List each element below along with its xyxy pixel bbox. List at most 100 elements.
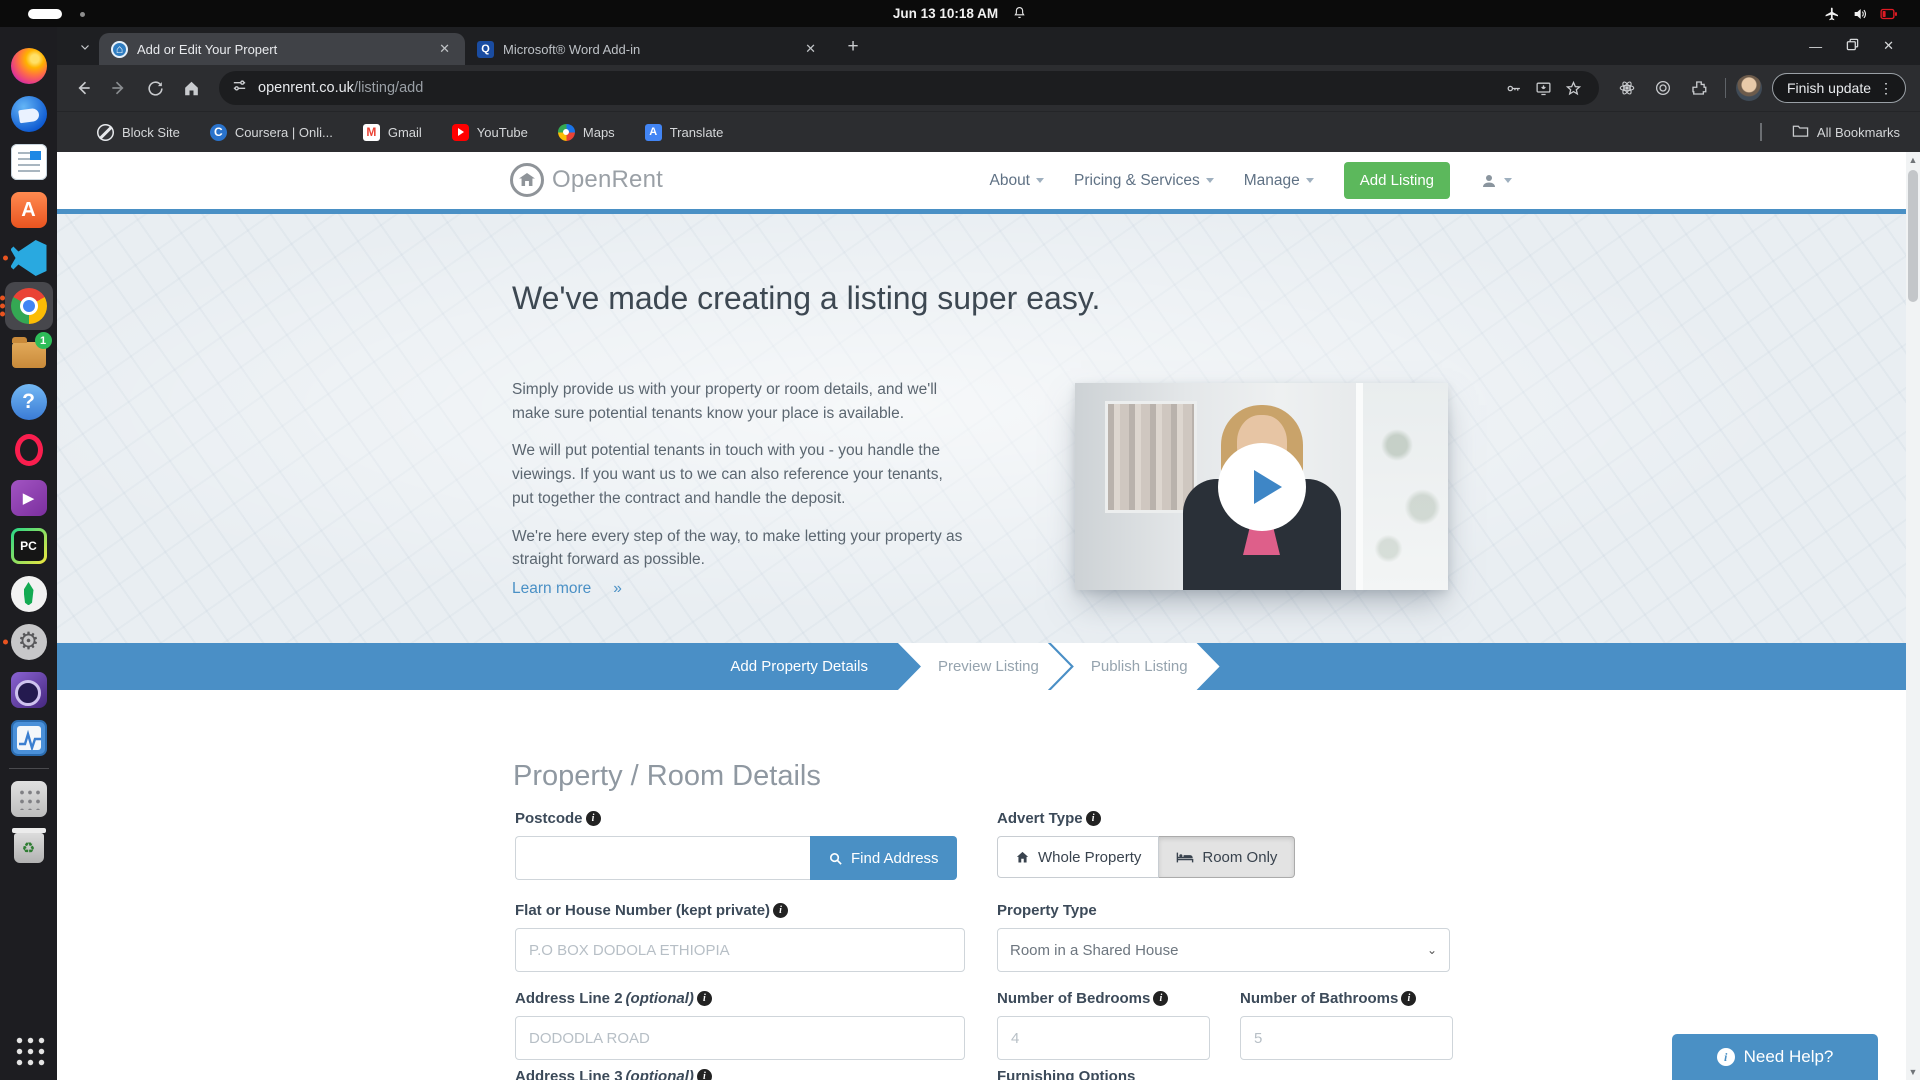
- profile-avatar[interactable]: [1736, 75, 1762, 101]
- openrent-logo-icon: [510, 163, 544, 197]
- videos-icon[interactable]: ▶: [11, 480, 47, 516]
- flat-number-label: Flat or House Number (kept private)i: [515, 902, 965, 919]
- extension-target-icon[interactable]: [1647, 72, 1679, 104]
- word-addin-favicon: Q: [477, 41, 494, 58]
- airplane-mode-icon[interactable]: [1824, 6, 1840, 22]
- play-button-icon[interactable]: [1218, 443, 1306, 531]
- bookmark-translate[interactable]: A Translate: [645, 124, 724, 141]
- utility-app-icon[interactable]: [11, 781, 47, 817]
- flat-number-input[interactable]: [515, 928, 965, 972]
- openrent-logo[interactable]: OpenRent: [510, 163, 663, 197]
- passwords-key-icon[interactable]: [1501, 75, 1527, 101]
- restore-button[interactable]: [1846, 38, 1859, 54]
- forward-icon[interactable]: [103, 72, 135, 104]
- postcode-input[interactable]: [515, 836, 810, 880]
- battery-icon[interactable]: [1880, 7, 1898, 21]
- install-icon[interactable]: [1531, 75, 1557, 101]
- site-info-icon[interactable]: [231, 77, 248, 99]
- new-tab-button[interactable]: +: [839, 33, 867, 61]
- scroll-down-icon[interactable]: ▼: [1906, 1067, 1920, 1077]
- system-clock[interactable]: Jun 13 10:18 AM: [893, 6, 998, 21]
- tab-close-icon[interactable]: ✕: [434, 40, 455, 58]
- bedrooms-label: Number of Bedroomsi: [997, 990, 1210, 1007]
- extension-atom-icon[interactable]: [1611, 72, 1643, 104]
- system-monitor-icon[interactable]: [11, 720, 47, 756]
- purple-circle-app-icon[interactable]: [11, 672, 47, 708]
- bookmark-youtube[interactable]: YouTube: [452, 124, 528, 141]
- thunderbird-icon[interactable]: [11, 96, 47, 132]
- info-icon[interactable]: i: [1401, 991, 1416, 1006]
- chevron-down-icon: [1206, 178, 1214, 183]
- show-applications-icon[interactable]: [13, 1034, 45, 1066]
- back-icon[interactable]: [67, 72, 99, 104]
- minimize-button[interactable]: —: [1809, 39, 1822, 54]
- files-icon[interactable]: 1: [11, 336, 47, 372]
- address-bar[interactable]: openrent.co.uk/listing/add: [219, 71, 1599, 105]
- mongodb-icon[interactable]: [11, 576, 47, 612]
- info-icon[interactable]: i: [1153, 991, 1168, 1006]
- find-address-button[interactable]: Find Address: [810, 836, 957, 880]
- system-top-bar: Jun 13 10:18 AM: [0, 0, 1920, 27]
- listing-progress-bar: Add Property Details Preview Listing Pub…: [57, 643, 1920, 690]
- libreoffice-writer-icon[interactable]: [11, 144, 47, 180]
- app-store-icon[interactable]: A: [11, 192, 47, 228]
- add-listing-button[interactable]: Add Listing: [1344, 162, 1450, 199]
- nav-pricing-services[interactable]: Pricing & Services: [1074, 172, 1214, 190]
- chrome-active-slot[interactable]: [5, 282, 53, 330]
- bedrooms-input[interactable]: [997, 1016, 1210, 1060]
- info-icon[interactable]: i: [773, 903, 788, 918]
- reload-icon[interactable]: [139, 72, 171, 104]
- address-line-2-input[interactable]: [515, 1016, 965, 1060]
- intro-video-thumbnail[interactable]: [1075, 383, 1448, 590]
- site-header: OpenRent About Pricing & Services Manage…: [57, 152, 1920, 214]
- info-icon[interactable]: i: [586, 811, 601, 826]
- wall-art: [1105, 401, 1197, 513]
- url-text[interactable]: openrent.co.uk/listing/add: [258, 80, 1491, 96]
- scroll-up-icon[interactable]: ▲: [1906, 155, 1920, 165]
- need-help-button[interactable]: i Need Help?: [1672, 1034, 1878, 1080]
- info-icon[interactable]: i: [697, 991, 712, 1006]
- step-add-property-details[interactable]: Add Property Details: [700, 643, 898, 690]
- browser-menu-icon[interactable]: ⋮: [1879, 80, 1893, 97]
- opera-icon[interactable]: [11, 432, 47, 468]
- tab-openrent[interactable]: ⌂ Add or Edit Your Propert ✕: [99, 33, 465, 65]
- room-only-button[interactable]: Room Only: [1159, 836, 1295, 878]
- info-icon[interactable]: i: [1086, 811, 1101, 826]
- property-type-select[interactable]: Room in a Shared House ⌄: [997, 928, 1450, 972]
- close-button[interactable]: ✕: [1883, 38, 1894, 54]
- extensions-puzzle-icon[interactable]: [1683, 72, 1715, 104]
- pycharm-icon[interactable]: PC: [11, 528, 47, 564]
- whole-property-button[interactable]: Whole Property: [997, 836, 1159, 878]
- settings-icon[interactable]: ⚙: [11, 624, 47, 660]
- tab-word-addin[interactable]: Q Microsoft® Word Add-in ✕: [465, 33, 831, 65]
- bookmarks-bar: Block Site C Coursera | Onli... M Gmail …: [57, 111, 1920, 152]
- tab-close-icon[interactable]: ✕: [800, 40, 821, 58]
- bathrooms-input[interactable]: [1240, 1016, 1453, 1060]
- help-icon[interactable]: ?: [11, 384, 47, 420]
- bookmark-maps[interactable]: Maps: [558, 124, 615, 141]
- nav-about[interactable]: About: [989, 172, 1044, 190]
- volume-icon[interactable]: [1852, 6, 1868, 22]
- bookmark-coursera[interactable]: C Coursera | Onli...: [210, 124, 333, 141]
- home-icon[interactable]: [175, 72, 207, 104]
- firefox-icon[interactable]: [11, 48, 47, 84]
- tab-search-button[interactable]: [71, 33, 99, 61]
- page-scrollbar[interactable]: ▲ ▼: [1906, 152, 1920, 1080]
- bookmark-gmail[interactable]: M Gmail: [363, 124, 422, 141]
- block-site-icon: [97, 124, 114, 141]
- nav-manage[interactable]: Manage: [1244, 172, 1314, 190]
- bookmark-star-icon[interactable]: [1561, 75, 1587, 101]
- brand-name: OpenRent: [552, 166, 663, 194]
- scrollbar-thumb[interactable]: [1908, 170, 1918, 302]
- chrome-icon[interactable]: [11, 288, 47, 324]
- step-publish-listing[interactable]: Publish Listing: [1051, 643, 1220, 690]
- trash-icon[interactable]: ♻: [11, 829, 47, 865]
- info-icon[interactable]: i: [697, 1069, 712, 1080]
- account-menu[interactable]: [1480, 172, 1512, 190]
- all-bookmarks-button[interactable]: All Bookmarks: [1792, 123, 1900, 141]
- vscode-icon[interactable]: [11, 240, 47, 276]
- learn-more-link[interactable]: Learn more»: [512, 580, 622, 598]
- bookmark-block-site[interactable]: Block Site: [97, 124, 180, 141]
- step-preview-listing[interactable]: Preview Listing: [898, 643, 1071, 690]
- finish-update-button[interactable]: Finish update ⋮: [1772, 73, 1906, 103]
